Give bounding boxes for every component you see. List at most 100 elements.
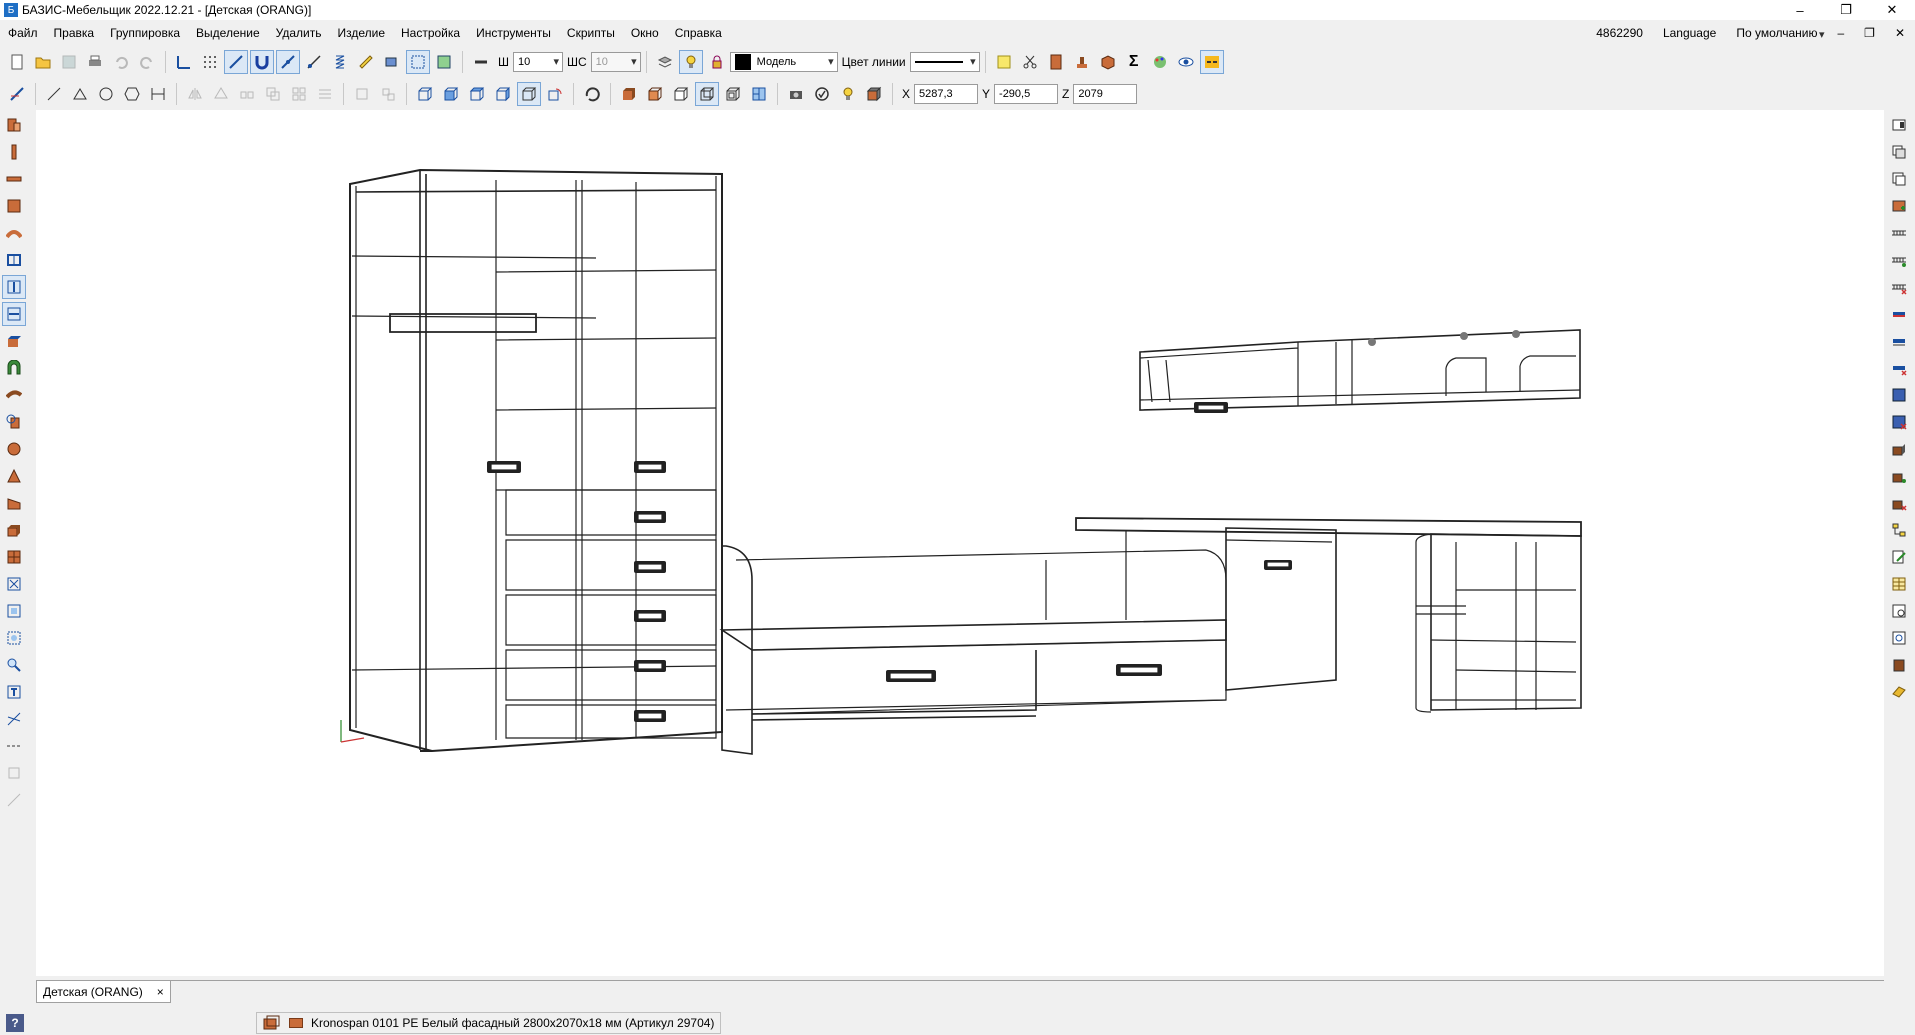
z-coordinate-field[interactable]: 2079 [1073, 84, 1138, 104]
stamp-icon[interactable] [1070, 50, 1094, 74]
edit-node-icon[interactable] [2, 761, 26, 785]
trim-icon[interactable] [2, 707, 26, 731]
spring-icon[interactable] [328, 50, 352, 74]
open-folder-icon[interactable] [31, 50, 55, 74]
pyramid-icon[interactable] [2, 464, 26, 488]
copy-panel-icon[interactable] [1887, 140, 1911, 164]
vertical-panel-icon[interactable] [2, 140, 26, 164]
panel-add-icon[interactable] [1887, 194, 1911, 218]
view-rotate-icon[interactable] [543, 82, 567, 106]
restore-button[interactable]: ❐ [1823, 0, 1869, 20]
dimension-tool-icon[interactable] [146, 82, 170, 106]
render-solid-icon[interactable] [617, 82, 641, 106]
panels-icon[interactable] [747, 82, 771, 106]
front-panel-icon[interactable] [2, 194, 26, 218]
menu-scripts[interactable]: Скрипты [559, 26, 623, 40]
sphere-icon[interactable] [2, 437, 26, 461]
new-file-icon[interactable] [5, 50, 29, 74]
wedge-icon[interactable] [2, 491, 26, 515]
snap-line-icon[interactable] [276, 50, 300, 74]
ortho-icon[interactable] [224, 50, 248, 74]
horizontal-panel-icon[interactable] [2, 167, 26, 191]
properties-panel-icon[interactable] [1887, 113, 1911, 137]
module-icon[interactable] [2, 545, 26, 569]
box-icon[interactable] [1096, 50, 1120, 74]
light-icon[interactable] [836, 82, 860, 106]
fastener-icon[interactable] [1887, 221, 1911, 245]
fastener-remove-icon[interactable] [1887, 275, 1911, 299]
array-icon[interactable] [235, 82, 259, 106]
horizontal-section-icon[interactable] [2, 302, 26, 326]
library-icon[interactable] [1887, 653, 1911, 677]
undo-icon[interactable] [109, 50, 133, 74]
render-shaded-icon[interactable] [643, 82, 667, 106]
table-icon[interactable] [1887, 572, 1911, 596]
edge-band-add-icon[interactable] [1887, 329, 1911, 353]
magnet-icon[interactable] [250, 50, 274, 74]
extrude-icon[interactable] [2, 329, 26, 353]
tab-document[interactable]: Детская (ORANG) × [36, 981, 171, 1003]
vertical-section-icon[interactable] [2, 275, 26, 299]
eye-icon[interactable] [1174, 50, 1198, 74]
snap-point-icon[interactable] [302, 50, 326, 74]
preset-dropdown[interactable]: По умолчанию [1726, 26, 1827, 41]
menu-file[interactable]: Файл [0, 26, 46, 40]
search-model-icon[interactable] [1887, 626, 1911, 650]
material-cube-icon[interactable] [862, 82, 886, 106]
mdi-restore-button[interactable]: ❐ [1854, 26, 1885, 40]
menu-window[interactable]: Окно [623, 26, 667, 40]
render-hidden-icon[interactable] [669, 82, 693, 106]
menu-settings[interactable]: Настройка [393, 26, 468, 40]
profile-icon[interactable] [2, 383, 26, 407]
glasses-icon[interactable] [1199, 50, 1224, 74]
print-icon[interactable] [83, 50, 107, 74]
panel-insert-icon[interactable] [2, 113, 26, 137]
close-button[interactable]: ✕ [1869, 0, 1915, 20]
edge-band-remove-icon[interactable] [1887, 356, 1911, 380]
circle-tool-icon[interactable] [94, 82, 118, 106]
menu-product[interactable]: Изделие [329, 26, 393, 40]
scissors-icon[interactable] [1018, 50, 1042, 74]
stack-panel-icon[interactable] [1887, 167, 1911, 191]
cabinet-icon[interactable] [1044, 50, 1068, 74]
mdi-close-button[interactable]: ✕ [1885, 26, 1915, 40]
zoom-selection-icon[interactable] [2, 626, 26, 650]
line-tool-icon[interactable] [42, 82, 66, 106]
tab-close-icon[interactable]: × [157, 985, 164, 999]
zoom-icon[interactable] [2, 653, 26, 677]
view-front-icon[interactable] [413, 82, 437, 106]
fastener-add-icon[interactable] [1887, 248, 1911, 272]
language-menu[interactable]: Language [1653, 26, 1726, 40]
lightbulb-icon[interactable] [678, 50, 703, 74]
facade-remove-icon[interactable] [1887, 410, 1911, 434]
render-outline-icon[interactable] [721, 82, 745, 106]
orbit-icon[interactable] [580, 82, 604, 106]
render-wireframe-icon[interactable] [695, 82, 719, 106]
edit-list-icon[interactable] [1887, 545, 1911, 569]
y-coordinate-field[interactable]: -290,5 [994, 84, 1059, 104]
check-circle-icon[interactable] [810, 82, 834, 106]
zoom-extents-icon[interactable] [2, 572, 26, 596]
palette-icon[interactable] [1148, 50, 1172, 74]
view-left-icon[interactable] [465, 82, 489, 106]
menu-edit[interactable]: Правка [46, 26, 103, 40]
view-top-icon[interactable] [439, 82, 463, 106]
triangle-tool-icon[interactable] [68, 82, 92, 106]
model-viewport[interactable] [36, 110, 1884, 976]
arch-icon[interactable] [2, 356, 26, 380]
layers-move-icon[interactable] [380, 50, 404, 74]
structure-tree-icon[interactable] [1887, 518, 1911, 542]
grid-array-icon[interactable] [287, 82, 311, 106]
snap-axes-icon[interactable] [172, 50, 196, 74]
ruler-icon[interactable] [354, 50, 378, 74]
mdi-minimize-button[interactable]: – [1827, 26, 1854, 40]
ungroup-icon[interactable] [376, 82, 400, 106]
select-frame-icon[interactable] [406, 50, 430, 74]
box-solid-icon[interactable] [2, 518, 26, 542]
redo-icon[interactable] [135, 50, 159, 74]
view-iso-icon[interactable] [517, 82, 541, 106]
distribute-icon[interactable] [313, 82, 337, 106]
material-library-icon[interactable] [1887, 680, 1911, 704]
edge-band-icon[interactable] [1887, 302, 1911, 326]
dashed-line-icon[interactable] [2, 734, 26, 758]
